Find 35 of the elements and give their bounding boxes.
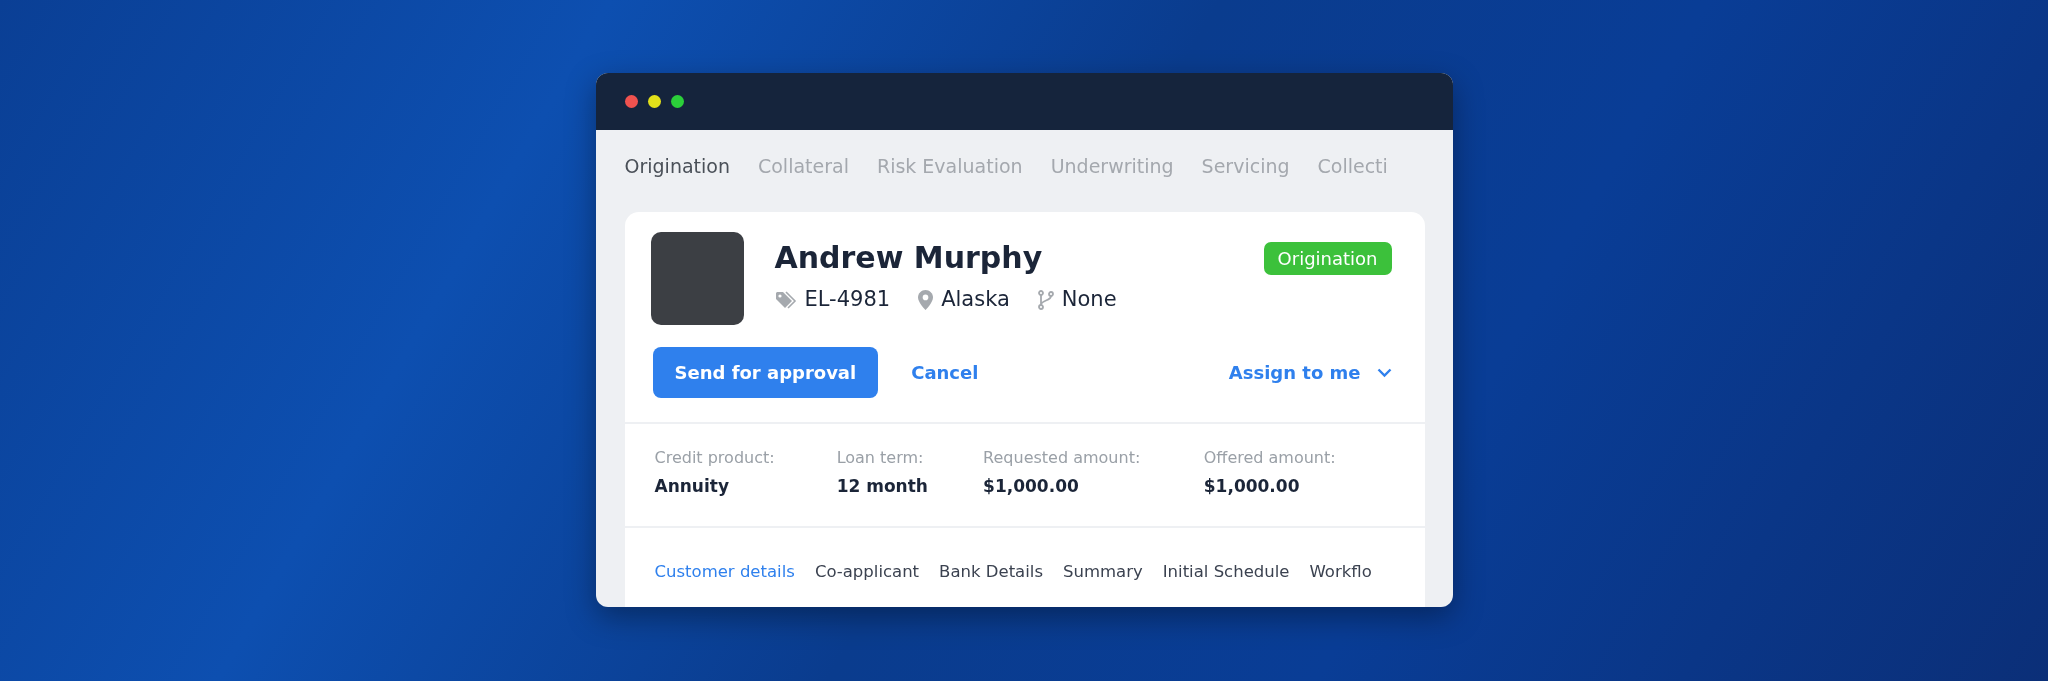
stage-tab[interactable]: Collateral — [757, 152, 849, 180]
field-value: 12 month — [836, 475, 929, 498]
status-badge: Origination — [1263, 242, 1392, 275]
stage-tab[interactable]: Underwriting — [1050, 152, 1174, 180]
close-icon[interactable] — [624, 95, 638, 108]
chevron-down-icon — [1376, 367, 1392, 378]
field-label: Requested amount: — [983, 447, 1142, 469]
field-value: $1,000.00 — [1203, 475, 1301, 498]
branch-icon — [1037, 289, 1054, 310]
customer-id: EL-4981 — [804, 286, 891, 313]
stage-tab[interactable]: Risk Evaluation — [876, 152, 1023, 180]
field-value: Annuity — [654, 475, 730, 498]
customer-branch: None — [1061, 286, 1117, 313]
detail-tab[interactable]: Initial Schedule — [1162, 560, 1290, 585]
detail-tab[interactable]: Bank Details — [939, 560, 1043, 585]
minimize-icon[interactable] — [647, 95, 661, 108]
customer-location: Alaska — [941, 286, 1010, 313]
location-pin-icon — [918, 289, 934, 310]
cancel-button[interactable]: Cancel — [911, 359, 979, 386]
customer-name: Andrew Murphy — [774, 240, 1044, 276]
send-for-approval-button[interactable]: Send for approval — [652, 347, 879, 398]
stage-tab[interactable]: Servicing — [1201, 152, 1290, 180]
maximize-icon[interactable] — [670, 95, 684, 108]
detail-tab[interactable]: Workflo — [1309, 560, 1372, 585]
stage-tab[interactable]: Collecti — [1317, 152, 1388, 180]
detail-tab[interactable]: Co-applicant — [814, 560, 920, 585]
detail-tab[interactable]: Customer details — [654, 560, 795, 585]
tag-icon — [774, 290, 797, 309]
stage-tab[interactable]: Origination — [624, 152, 730, 180]
field-label: Offered amount: — [1203, 447, 1337, 469]
assign-dropdown[interactable]: Assign to me — [1228, 359, 1392, 386]
field-value: $1,000.00 — [983, 475, 1080, 498]
field-label: Loan term: — [836, 447, 925, 469]
field-label: Credit product: — [654, 447, 776, 469]
detail-tab[interactable]: Summary — [1063, 560, 1143, 585]
